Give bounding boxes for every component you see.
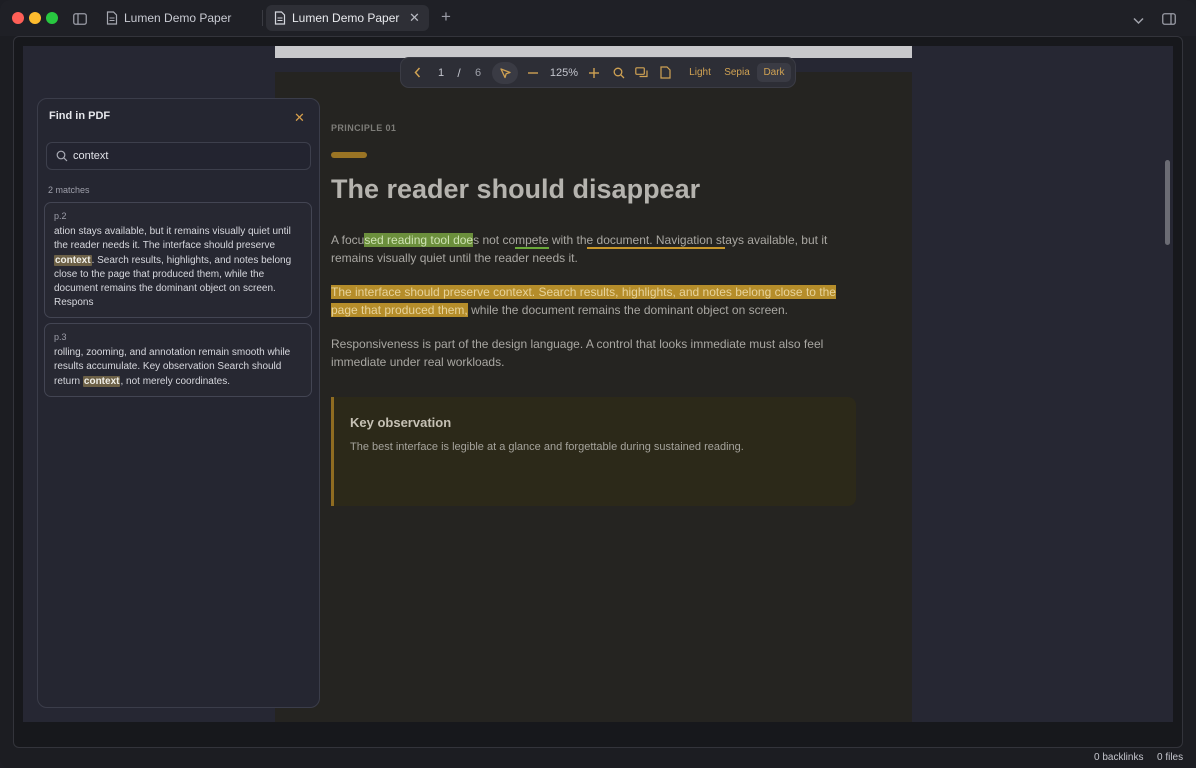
match-highlight: context — [54, 254, 92, 266]
eyebrow-label: PRINCIPLE 01 — [331, 123, 397, 133]
tab-document-2[interactable]: Lumen Demo Paper ✕ — [266, 5, 429, 31]
close-window-button[interactable] — [12, 12, 24, 24]
result-page: p.3 — [54, 332, 67, 342]
close-icon[interactable]: ✕ — [294, 110, 305, 126]
new-tab-icon[interactable]: + — [441, 8, 451, 26]
theme-light-button[interactable]: Light — [685, 58, 715, 87]
yellow-underline-annotation[interactable]: e document. Navigation st — [586, 233, 726, 249]
search-query[interactable]: context — [73, 150, 108, 162]
search-icon — [56, 150, 68, 162]
theme-sepia-button[interactable]: Sepia — [721, 58, 753, 87]
previous-page-icon[interactable] — [411, 58, 423, 87]
select-tool-icon[interactable] — [492, 62, 518, 84]
tab-document-1[interactable]: Lumen Demo Paper — [98, 5, 258, 31]
green-underline-annotation[interactable]: mpete — [515, 233, 549, 249]
zoom-window-button[interactable] — [46, 12, 58, 24]
document-icon — [106, 11, 118, 25]
result-snippet: ation stays available, but it remains vi… — [54, 226, 292, 309]
result-snippet: rolling, zooming, and annotation remain … — [54, 347, 291, 387]
find-search-input[interactable]: context — [46, 142, 311, 170]
page-thumbnails-icon[interactable] — [658, 58, 672, 87]
title-bar: Lumen Demo Paper Lumen Demo Paper ✕ + — [0, 0, 1196, 36]
right-sidebar-toggle-icon[interactable] — [1162, 12, 1176, 30]
minimize-window-button[interactable] — [29, 12, 41, 24]
search-result[interactable]: p.3 rolling, zooming, and annotation rem… — [44, 323, 312, 397]
app-window: Lumen Demo Paper Lumen Demo Paper ✕ + PR… — [0, 0, 1196, 768]
sidebar-toggle-icon[interactable] — [73, 12, 87, 30]
tab-label: Lumen Demo Paper — [292, 11, 400, 25]
match-highlight: context — [82, 375, 121, 387]
page-heading: The reader should disappear — [331, 174, 701, 204]
paragraph-2: The interface should preserve context. S… — [331, 285, 836, 317]
status-bar: 0 backlinks 0 files — [0, 748, 1196, 768]
tab-close-icon[interactable]: ✕ — [409, 10, 420, 26]
search-result[interactable]: p.2 ation stays available, but it remain… — [44, 202, 312, 318]
tab-divider — [262, 10, 263, 26]
zoom-level[interactable]: 125% — [547, 58, 581, 87]
callout-title: Key observation — [350, 415, 452, 430]
zoom-out-icon[interactable] — [527, 58, 539, 87]
search-icon[interactable] — [612, 58, 626, 87]
callout-body: The best interface is legible at a glanc… — [350, 441, 744, 453]
comments-icon[interactable] — [635, 58, 649, 87]
find-panel-title: Find in PDF — [49, 110, 111, 122]
document-icon — [274, 11, 286, 25]
files-count[interactable]: 0 files — [1157, 752, 1183, 763]
tab-label: Lumen Demo Paper — [124, 11, 232, 25]
page-separator: / — [457, 65, 461, 80]
reader-toolbar: 1 / 6 125% Light Sepia Dark — [400, 57, 796, 88]
find-in-pdf-panel: Find in PDF ✕ context 2 matches p.2 atio… — [37, 98, 320, 708]
vertical-scrollbar[interactable] — [1165, 160, 1170, 245]
paragraph-1: A focused reading tool does not compete … — [331, 233, 828, 265]
paragraph-3: Responsiveness is part of the design lan… — [331, 337, 824, 369]
result-page: p.2 — [54, 211, 67, 221]
current-page-field[interactable]: 1 — [435, 58, 447, 87]
zoom-in-icon[interactable] — [588, 58, 600, 87]
total-pages: 6 — [474, 66, 482, 79]
theme-dark-button[interactable]: Dark — [757, 58, 791, 87]
green-highlight[interactable]: sed reading tool doe — [364, 233, 474, 247]
key-observation-callout: Key observation The best interface is le… — [331, 397, 856, 506]
backlinks-count[interactable]: 0 backlinks — [1094, 752, 1143, 763]
accent-bar — [331, 152, 367, 158]
match-count: 2 matches — [48, 185, 90, 195]
chevron-down-icon[interactable] — [1133, 12, 1144, 30]
